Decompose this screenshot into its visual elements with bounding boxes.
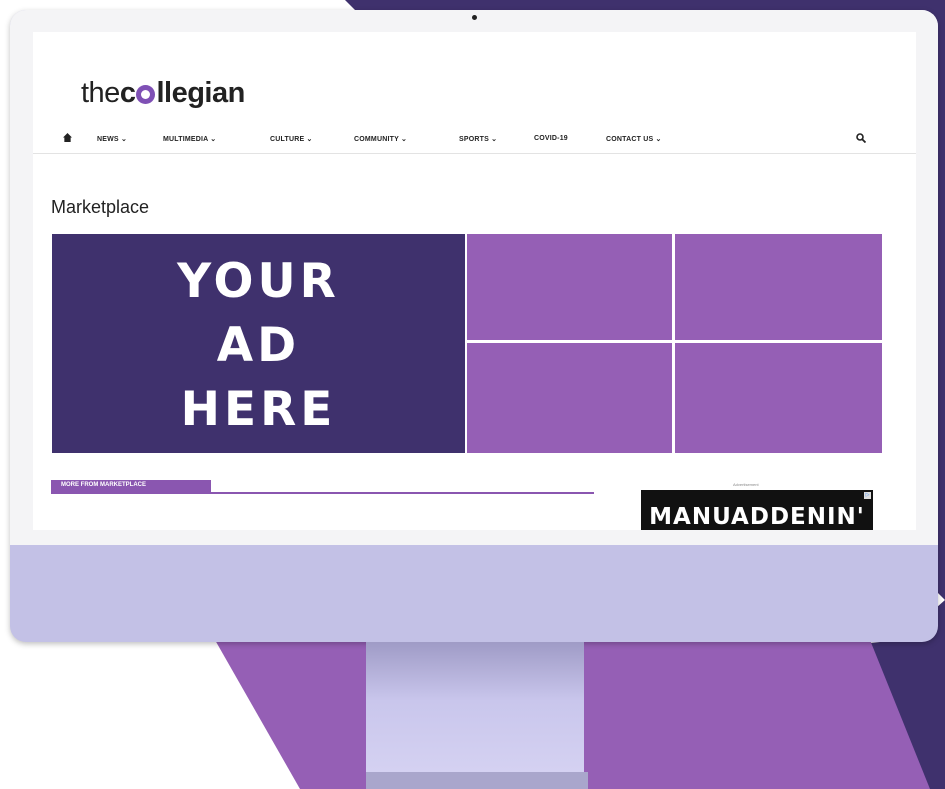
logo-prefix: the	[81, 77, 120, 109]
monitor-stand	[366, 642, 584, 789]
page-title: Marketplace	[51, 197, 150, 217]
ad-line-3: HERE	[180, 382, 337, 437]
camera-icon	[472, 15, 477, 20]
advertisement-label: Advertisement	[733, 482, 759, 487]
ad-slot-top-right[interactable]	[675, 234, 882, 340]
ad-slot-top-left[interactable]	[467, 234, 672, 340]
nav-item-sports[interactable]: SPORTS ⌄	[459, 135, 497, 143]
logo-o-icon	[136, 85, 156, 104]
ad-choices-icon[interactable]: ▷	[864, 492, 871, 499]
ad-slot-bottom-right[interactable]	[675, 343, 882, 453]
nav-item-culture[interactable]: CULTURE ⌄	[270, 135, 313, 143]
website-screen: thec llegian NEWS ⌄ MULTIMEDIA ⌄ CULTURE …	[33, 32, 916, 530]
ad-line-1: YOUR	[177, 254, 340, 309]
nav-item-multimedia[interactable]: MULTIMEDIA ⌄	[163, 135, 216, 143]
logo-lead: c	[119, 77, 136, 109]
ad-line-2: AD	[216, 318, 301, 373]
ad-placeholder-main[interactable]: YOUR AD HERE	[52, 234, 465, 453]
more-from-marketplace-label: MORE FROM MARKETPLACE	[61, 482, 146, 488]
logo-suffix: llegian	[156, 77, 245, 109]
more-from-marketplace-tab[interactable]: MORE FROM MARKETPLACE	[51, 480, 211, 492]
site-logo[interactable]: thec llegian	[81, 77, 245, 110]
banner-text: MANUADDENIN'	[649, 504, 865, 530]
monitor-stand-base	[366, 772, 588, 789]
home-icon[interactable]	[63, 133, 72, 142]
nav-item-community[interactable]: COMMUNITY ⌄	[354, 135, 407, 143]
ad-slot-bottom-left[interactable]	[467, 343, 672, 453]
search-icon[interactable]	[856, 133, 866, 143]
nav-item-covid[interactable]: COVID-19	[534, 135, 568, 142]
nav-item-contact[interactable]: CONTACT US ⌄	[606, 135, 662, 143]
section-divider	[51, 492, 594, 494]
advertisement-banner[interactable]: MANUADDENIN' ▷	[641, 490, 873, 530]
nav-item-news[interactable]: NEWS ⌄	[97, 135, 127, 143]
